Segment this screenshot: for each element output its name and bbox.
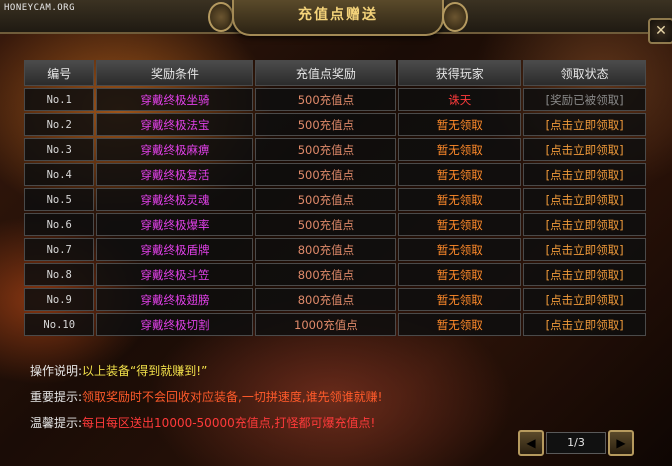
row-reward: 500充值点 [255, 138, 397, 161]
row-number: No.2 [24, 113, 95, 136]
row-number: No.5 [24, 188, 95, 211]
window-title: 充值点赠送 [232, 0, 444, 36]
table-row: No.4 穿戴终极复活 500充值点 暂无领取 [点击立即领取] [24, 163, 646, 186]
row-player: 诛天 [398, 88, 522, 111]
row-reward: 500充值点 [255, 188, 397, 211]
row-condition: 穿戴终极爆率 [96, 213, 254, 236]
row-reward: 800充值点 [255, 263, 397, 286]
claim-button[interactable]: [点击立即领取] [523, 138, 646, 161]
note-operation: 操作说明:以上装备“得到就赚到!” [30, 364, 208, 378]
claim-button[interactable]: [点击立即领取] [523, 113, 646, 136]
table-row: No.7 穿戴终极盾牌 800充值点 暂无领取 [点击立即领取] [24, 238, 646, 261]
row-reward: 500充值点 [255, 213, 397, 236]
row-player: 暂无领取 [398, 188, 522, 211]
header-reward: 充值点奖励 [255, 60, 397, 86]
arrow-left-icon: ◀ [526, 436, 536, 450]
claim-button[interactable]: [点击立即领取] [523, 163, 646, 186]
row-number: No.6 [24, 213, 95, 236]
table-row: No.6 穿戴终极爆率 500充值点 暂无领取 [点击立即领取] [24, 213, 646, 236]
row-condition: 穿戴终极盾牌 [96, 238, 254, 261]
close-icon: ✕ [655, 23, 667, 39]
row-condition: 穿戴终极法宝 [96, 113, 254, 136]
header-condition: 奖励条件 [96, 60, 254, 86]
header-player: 获得玩家 [398, 60, 522, 86]
row-reward: 500充值点 [255, 113, 397, 136]
notes-panel: 操作说明:以上装备“得到就赚到!” 重要提示:领取奖励时不会回收对应装备,一切拼… [30, 358, 383, 436]
row-condition: 穿戴终极切割 [96, 313, 254, 336]
claim-button[interactable]: [点击立即领取] [523, 188, 646, 211]
row-player: 暂无领取 [398, 138, 522, 161]
table-row: No.8 穿戴终极斗笠 800充值点 暂无领取 [点击立即领取] [24, 263, 646, 286]
claim-button[interactable]: [点击立即领取] [523, 263, 646, 286]
row-condition: 穿戴终极灵魂 [96, 188, 254, 211]
row-player: 暂无领取 [398, 163, 522, 186]
pagination: ◀ 1/3 ▶ [518, 430, 634, 456]
page-indicator: 1/3 [546, 432, 606, 454]
row-number: No.10 [24, 313, 95, 336]
row-player: 暂无领取 [398, 263, 522, 286]
row-reward: 800充值点 [255, 238, 397, 261]
claim-button[interactable]: [点击立即领取] [523, 238, 646, 261]
row-number: No.7 [24, 238, 95, 261]
table-header-row: 编号 奖励条件 充值点奖励 获得玩家 领取状态 [24, 60, 646, 86]
row-number: No.4 [24, 163, 95, 186]
row-condition: 穿戴终极复活 [96, 163, 254, 186]
claim-button[interactable]: [点击立即领取] [523, 313, 646, 336]
row-player: 暂无领取 [398, 288, 522, 311]
row-condition: 穿戴终极麻痹 [96, 138, 254, 161]
arrow-right-icon: ▶ [616, 436, 626, 450]
row-number: No.1 [24, 88, 95, 111]
prev-page-button[interactable]: ◀ [518, 430, 544, 456]
table-row: No.3 穿戴终极麻痹 500充值点 暂无领取 [点击立即领取] [24, 138, 646, 161]
row-player: 暂无领取 [398, 313, 522, 336]
row-player: 暂无领取 [398, 113, 522, 136]
table-row: No.2 穿戴终极法宝 500充值点 暂无领取 [点击立即领取] [24, 113, 646, 136]
row-number: No.3 [24, 138, 95, 161]
row-condition: 穿戴终极斗笠 [96, 263, 254, 286]
header-number: 编号 [24, 60, 95, 86]
claimed-status: [奖励已被领取] [523, 88, 646, 111]
ornament-left-icon [208, 2, 234, 32]
row-condition: 穿戴终极翅膀 [96, 288, 254, 311]
note-important: 重要提示:领取奖励时不会回收对应装备,一切拼速度,谁先领谁就赚! [30, 390, 383, 404]
note-tip: 温馨提示:每日每区送出10000-50000充值点,打怪都可爆充值点! [30, 416, 376, 430]
ornament-right-icon [442, 2, 468, 32]
row-reward: 800充值点 [255, 288, 397, 311]
table-row: No.5 穿戴终极灵魂 500充值点 暂无领取 [点击立即领取] [24, 188, 646, 211]
watermark: HONEYCAM.ORG [4, 3, 76, 13]
row-reward: 500充值点 [255, 88, 397, 111]
row-player: 暂无领取 [398, 213, 522, 236]
row-player: 暂无领取 [398, 238, 522, 261]
table-row: No.1 穿戴终极坐骑 500充值点 诛天 [奖励已被领取] [24, 88, 646, 111]
row-reward: 500充值点 [255, 163, 397, 186]
reward-table: 编号 奖励条件 充值点奖励 获得玩家 领取状态 No.1 穿戴终极坐骑 500充值点… [24, 58, 648, 338]
header-status: 领取状态 [523, 60, 646, 86]
row-reward: 1000充值点 [255, 313, 397, 336]
close-button[interactable]: ✕ [648, 18, 672, 44]
claim-button[interactable]: [点击立即领取] [523, 288, 646, 311]
row-condition: 穿戴终极坐骑 [96, 88, 254, 111]
claim-button[interactable]: [点击立即领取] [523, 213, 646, 236]
next-page-button[interactable]: ▶ [608, 430, 634, 456]
table-row: No.9 穿戴终极翅膀 800充值点 暂无领取 [点击立即领取] [24, 288, 646, 311]
table-row: No.10 穿戴终极切割 1000充值点 暂无领取 [点击立即领取] [24, 313, 646, 336]
row-number: No.8 [24, 263, 95, 286]
row-number: No.9 [24, 288, 95, 311]
